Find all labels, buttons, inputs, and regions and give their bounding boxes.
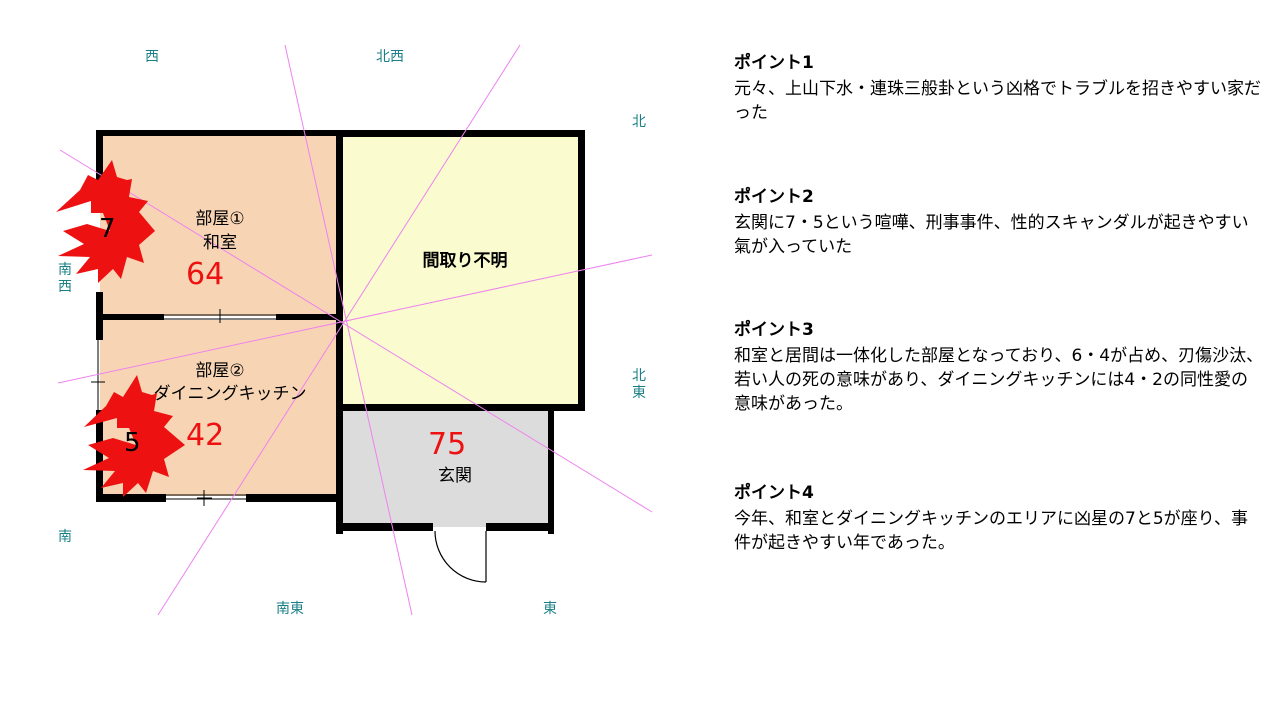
point-item-2: ポイント2 玄関に7・5という喧嘩、刑事事件、性的スキャンダルが起きやすい氣が入… bbox=[734, 186, 1264, 259]
room1-name: 部屋① bbox=[195, 209, 245, 229]
wall bbox=[336, 404, 585, 411]
direction-label-northeast: 北東 bbox=[632, 368, 646, 401]
entrance-number: 75 bbox=[428, 427, 467, 462]
wall bbox=[548, 404, 554, 534]
direction-label-northwest: 北西 bbox=[376, 49, 404, 65]
wall bbox=[336, 523, 433, 531]
wall bbox=[246, 494, 342, 502]
direction-label-north: 北 bbox=[632, 114, 646, 130]
room1-number: 64 bbox=[186, 257, 225, 292]
floor-plan-diagram bbox=[56, 44, 653, 616]
wall bbox=[336, 130, 584, 137]
point-title: ポイント4 bbox=[734, 483, 814, 503]
point-body: 和室と居間は一体化した部屋となっており、6・4が占め、刃傷沙汰、若い人の死の意味… bbox=[734, 346, 1264, 414]
point-body: 今年、和室とダイニングキッチンのエリアに凶星の7と5が座り、事件が起きやすい年で… bbox=[734, 509, 1248, 553]
point-title: ポイント3 bbox=[734, 320, 814, 340]
unknown-room-label: 間取り不明 bbox=[422, 251, 508, 271]
wall bbox=[100, 314, 164, 320]
point-body: 元々、上山下水・連珠三般卦という凶格でトラブルを招きやすい家だった bbox=[734, 79, 1261, 123]
room2-number: 42 bbox=[186, 418, 225, 453]
point-title: ポイント1 bbox=[734, 53, 814, 73]
entrance-label: 玄関 bbox=[438, 466, 472, 486]
star-5-number: 5 bbox=[124, 428, 141, 458]
wall bbox=[96, 410, 103, 502]
point-title: ポイント2 bbox=[734, 187, 814, 207]
room2-type: ダイニングキッチン bbox=[153, 384, 307, 404]
point-item-3: ポイント3 和室と居間は一体化した部屋となっており、6・4が占め、刃傷沙汰、若い… bbox=[734, 319, 1264, 416]
direction-label-west: 西 bbox=[145, 49, 159, 65]
point-body: 玄関に7・5という喧嘩、刑事事件、性的スキャンダルが起きやすい氣が入っていた bbox=[734, 213, 1249, 257]
direction-label-east: 東 bbox=[543, 601, 557, 617]
entrance-door bbox=[434, 530, 487, 583]
star-7-number: 7 bbox=[99, 214, 116, 244]
direction-label-southwest: 南西 bbox=[58, 262, 72, 295]
wall bbox=[336, 130, 343, 534]
point-item-1: ポイント1 元々、上山下水・連珠三般卦という凶格でトラブルを招きやすい家だった bbox=[734, 52, 1264, 125]
room2-name: 部屋② bbox=[195, 361, 245, 381]
point-item-4: ポイント4 今年、和室とダイニングキッチンのエリアに凶星の7と5が座り、事件が起… bbox=[734, 482, 1264, 555]
room1-type: 和室 bbox=[203, 233, 237, 253]
direction-label-south: 南 bbox=[58, 529, 72, 545]
direction-label-southeast: 南東 bbox=[276, 601, 304, 617]
wall bbox=[96, 494, 166, 502]
wall bbox=[486, 523, 554, 531]
